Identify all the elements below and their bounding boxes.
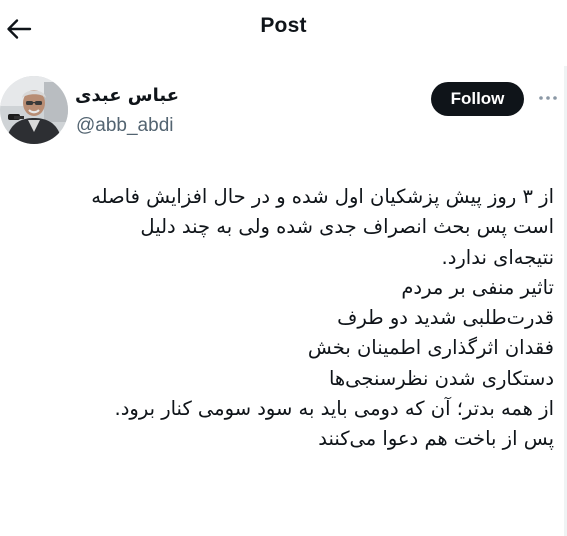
follow-button[interactable]: Follow xyxy=(431,82,524,116)
page-title: Post xyxy=(260,14,307,37)
user-handle[interactable]: @abb_abdi xyxy=(76,115,173,137)
tweet-author: عباس عبدی @abb_abdi Follow xyxy=(0,76,567,156)
tweet-text-line: فقدان اثرگذاری اطمینان بخش xyxy=(307,336,554,360)
more-button[interactable] xyxy=(536,88,560,108)
tweet-text-line: پس از باخت هم دعوا می‌کنند xyxy=(318,427,554,451)
tweet-text: از ۳ روز پیش پزشکیان اول شده و در حال اف… xyxy=(18,182,554,455)
tweet-text-line: قدرت‌طلبی شدید دو طرف xyxy=(337,306,554,330)
top-bar: Post xyxy=(0,0,567,60)
avatar-photo xyxy=(0,76,68,144)
tweet-text-line: تاثیر منفی بر مردم xyxy=(401,275,554,299)
tweet-text-line: دستکاری شدن نظرسنجی‌ها xyxy=(328,366,554,390)
display-name[interactable]: عباس عبدی xyxy=(75,85,179,106)
avatar[interactable] xyxy=(0,76,68,144)
tweet-text-line: از همه بدتر؛ آن که دومی باید به سود سومی… xyxy=(114,397,554,421)
more-horizontal-icon xyxy=(539,96,557,100)
tweet-text-line: نتیجه‌ای ندارد. xyxy=(441,245,555,269)
tweet-text-line: است پس بحث انصراف جدی شده ولی به چند دلی… xyxy=(140,215,554,239)
tweet-text-line: از ۳ روز پیش پزشکیان اول شده و در حال اف… xyxy=(91,185,554,208)
